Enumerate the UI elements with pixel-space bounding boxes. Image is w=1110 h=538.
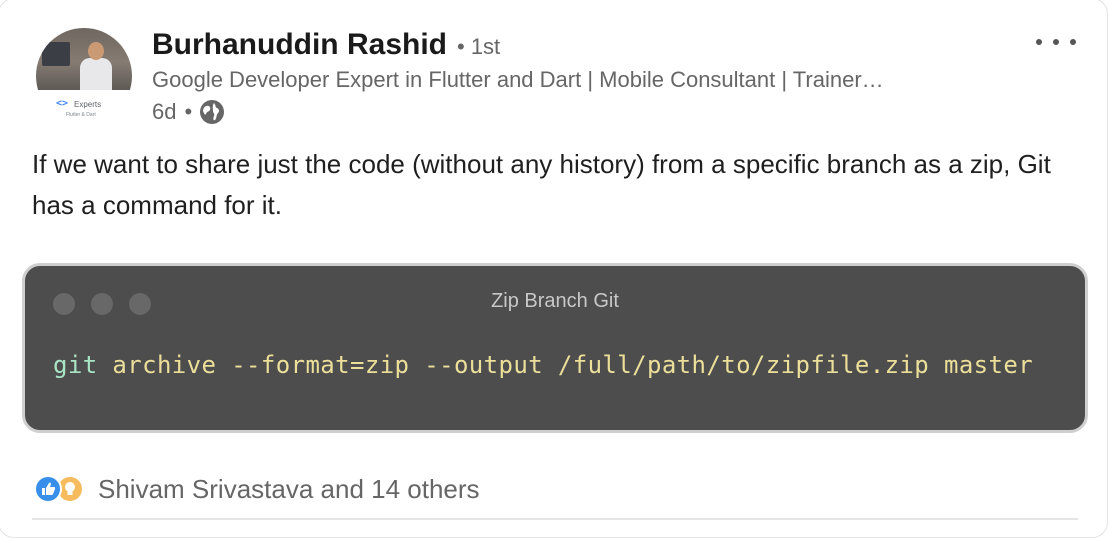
avatar-screen xyxy=(42,42,70,66)
author-headline[interactable]: Google Developer Expert in Flutter and D… xyxy=(152,67,884,93)
reactions-row[interactable]: Shivam Srivastava and 14 others xyxy=(34,472,480,506)
reaction-icons xyxy=(34,473,94,505)
author-avatar[interactable]: <> Experts Flutter & Dart xyxy=(36,28,132,124)
post-age[interactable]: 6d xyxy=(152,99,176,125)
reactions-summary[interactable]: Shivam Srivastava and 14 others xyxy=(98,474,480,505)
globe-icon xyxy=(198,98,226,126)
post-text: If we want to share just the code (witho… xyxy=(32,149,1051,220)
avatar-badge-mark: <> xyxy=(56,98,69,109)
avatar-badge-title: Experts xyxy=(74,100,102,109)
more-options-button[interactable] xyxy=(1036,34,1076,50)
more-dot xyxy=(1053,39,1059,45)
author-name[interactable]: Burhanuddin Rashid xyxy=(152,28,447,62)
code-arguments: archive --format=zip --output /full/path… xyxy=(97,351,1034,379)
more-dot xyxy=(1036,39,1042,45)
divider xyxy=(32,518,1078,520)
meta-separator: • xyxy=(184,99,193,124)
like-icon xyxy=(34,475,62,503)
connection-degree: • 1st xyxy=(457,34,501,59)
more-dot xyxy=(1070,39,1076,45)
code-window-title: Zip Branch Git xyxy=(491,290,619,312)
code-command: git xyxy=(53,351,98,379)
avatar-person-body xyxy=(80,58,112,90)
avatar-badge-subtitle: Flutter & Dart xyxy=(66,112,96,118)
author-name-row: Burhanuddin Rashid • 1st xyxy=(152,28,500,64)
post-meta: 6d • xyxy=(152,97,226,127)
post-card: <> Experts Flutter & Dart Burhanuddin Ra… xyxy=(0,0,1110,538)
avatar-person-head xyxy=(88,42,104,60)
code-snippet-image[interactable]: Zip Branch Git git archive --format=zip … xyxy=(22,263,1088,433)
code-line: git archive --format=zip --output /full/… xyxy=(53,351,1033,379)
